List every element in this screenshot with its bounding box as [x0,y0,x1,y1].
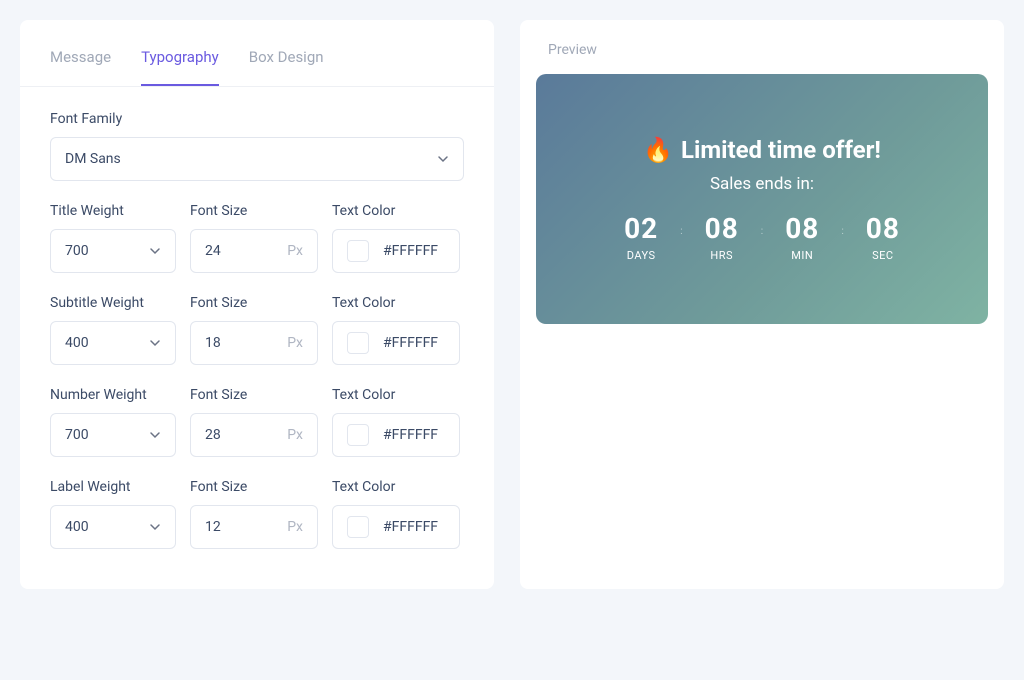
number-weight-select[interactable]: 700 [50,413,176,457]
title-color-label: Text Color [332,203,460,219]
subtitle-size-unit: Px [287,335,303,351]
color-swatch [347,240,369,262]
preview-panel: Preview 🔥 Limited time offer! Sales ends… [520,20,1004,589]
subtitle-color-value: #FFFFFF [383,335,438,351]
chevron-down-icon [149,521,161,533]
countdown-hrs-num: 08 [705,212,739,245]
subtitle-size-value: 18 [205,335,221,351]
subtitle-size-input[interactable]: 18 Px [190,321,318,365]
subtitle-size-label: Font Size [190,295,318,311]
chevron-down-icon [149,429,161,441]
countdown-min: 08 MIN [785,212,819,262]
title-weight-select[interactable]: 700 [50,229,176,273]
title-size-unit: Px [287,243,303,259]
label-size-input[interactable]: 12 Px [190,505,318,549]
countdown-days: 02 DAYS [624,212,658,262]
countdown-sep: : [841,226,843,237]
number-color-label: Text Color [332,387,460,403]
title-weight-value: 700 [65,243,89,259]
countdown-days-num: 02 [624,212,658,245]
title-weight-label: Title Weight [50,203,176,219]
font-family-label: Font Family [50,111,464,127]
subtitle-color-label: Text Color [332,295,460,311]
preview-subtitle: Sales ends in: [710,174,814,194]
countdown-sec-lab: SEC [866,249,900,262]
number-weight-value: 700 [65,427,89,443]
number-size-value: 28 [205,427,221,443]
tabs: Message Typography Box Design [20,20,494,87]
title-size-label: Font Size [190,203,318,219]
countdown-days-lab: DAYS [624,249,658,262]
number-size-input[interactable]: 28 Px [190,413,318,457]
title-color-value: #FFFFFF [383,243,438,259]
font-family-value: DM Sans [65,151,121,167]
number-color-value: #FFFFFF [383,427,438,443]
chevron-down-icon [437,153,449,165]
label-size-value: 12 [205,519,221,535]
label-weight-select[interactable]: 400 [50,505,176,549]
title-color-input[interactable]: #FFFFFF [332,229,460,273]
tab-box-design[interactable]: Box Design [249,30,324,86]
tab-message[interactable]: Message [50,30,111,86]
subtitle-weight-select[interactable]: 400 [50,321,176,365]
label-color-label: Text Color [332,479,460,495]
color-swatch [347,516,369,538]
font-family-select[interactable]: DM Sans [50,137,464,181]
preview-title: 🔥 Limited time offer! [643,136,881,164]
countdown-sep: : [761,226,763,237]
label-size-unit: Px [287,519,303,535]
number-size-unit: Px [287,427,303,443]
subtitle-color-input[interactable]: #FFFFFF [332,321,460,365]
label-color-value: #FFFFFF [383,519,438,535]
fire-icon: 🔥 [643,136,673,164]
color-swatch [347,332,369,354]
subtitle-weight-value: 400 [65,335,89,351]
countdown-min-num: 08 [785,212,819,245]
label-color-input[interactable]: #FFFFFF [332,505,460,549]
label-weight-label: Label Weight [50,479,176,495]
color-swatch [347,424,369,446]
chevron-down-icon [149,245,161,257]
label-size-label: Font Size [190,479,318,495]
countdown-hrs: 08 HRS [705,212,739,262]
countdown-sec-num: 08 [866,212,900,245]
countdown-hrs-lab: HRS [705,249,739,262]
countdown-sec: 08 SEC [866,212,900,262]
countdown-min-lab: MIN [785,249,819,262]
subtitle-weight-label: Subtitle Weight [50,295,176,311]
title-size-input[interactable]: 24 Px [190,229,318,273]
preview-box: 🔥 Limited time offer! Sales ends in: 02 … [536,74,988,324]
chevron-down-icon [149,337,161,349]
title-size-value: 24 [205,243,221,259]
number-color-input[interactable]: #FFFFFF [332,413,460,457]
number-size-label: Font Size [190,387,318,403]
preview-heading: Preview [536,42,988,58]
countdown-sep: : [680,226,682,237]
preview-title-text: Limited time offer! [681,136,881,164]
label-weight-value: 400 [65,519,89,535]
settings-panel: Message Typography Box Design Font Famil… [20,20,494,589]
preview-countdown: 02 DAYS : 08 HRS : 08 MIN : 08 SEC [624,212,900,262]
number-weight-label: Number Weight [50,387,176,403]
tab-typography[interactable]: Typography [141,30,219,86]
